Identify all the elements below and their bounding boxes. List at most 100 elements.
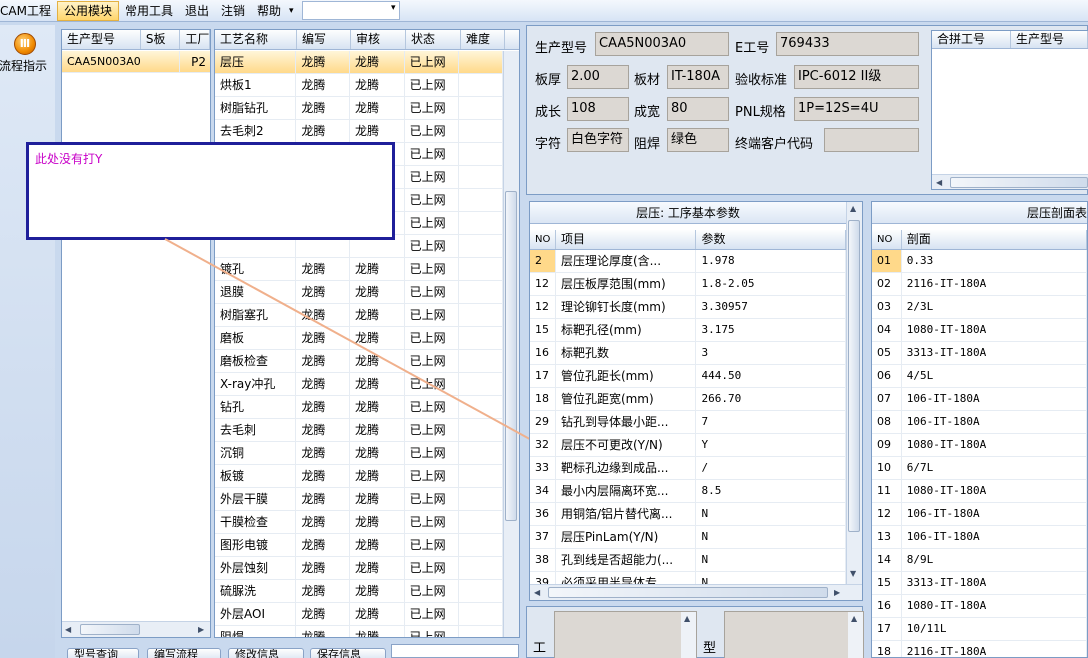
length-field[interactable]: 108: [567, 97, 629, 121]
table-row[interactable]: 01 0.33: [872, 250, 1087, 273]
save-info-button[interactable]: 保存信息: [310, 648, 386, 658]
param-item-cell: 标靶孔数: [556, 342, 697, 364]
table-row[interactable]: 06 4/5L: [872, 365, 1087, 388]
standard-field[interactable]: IPC-6012 II级: [794, 65, 919, 89]
table-row[interactable]: 33 靶标孔边缘到成品... /: [530, 457, 846, 480]
scroll-thumb[interactable]: [848, 220, 860, 532]
standard-label: 验收标准: [735, 73, 788, 88]
table-row[interactable]: 15 标靶孔径(mm) 3.175: [530, 319, 846, 342]
param-hscroll[interactable]: ◀ ▶: [530, 584, 862, 600]
param-item-cell: 层压理论厚度(含...: [556, 250, 697, 272]
pnl-label: PNL规格: [735, 105, 786, 120]
xing-vscroll[interactable]: ▲: [848, 612, 863, 658]
gong-textarea[interactable]: [554, 611, 697, 658]
section-no-cell: 06: [872, 365, 902, 387]
product-model-field[interactable]: CAA5N003A0: [595, 32, 729, 56]
param-item-cell: 管位孔距宽(mm): [556, 388, 697, 410]
gong-vscroll[interactable]: ▲: [681, 612, 696, 658]
table-row[interactable]: 15 3313-IT-180A: [872, 572, 1087, 595]
table-row[interactable]: 17 10/11L: [872, 618, 1087, 641]
scroll-left-icon[interactable]: ◀: [534, 588, 540, 597]
mask-label: 阻焊: [634, 137, 661, 152]
table-row[interactable]: 11 1080-IT-180A: [872, 480, 1087, 503]
section-no-cell: 01: [872, 250, 902, 272]
scroll-up-icon[interactable]: ▲: [851, 614, 857, 623]
bottom-input[interactable]: [391, 644, 519, 658]
write-process-button[interactable]: 编写流程: [147, 648, 221, 658]
scroll-right-icon[interactable]: ▶: [834, 588, 840, 597]
table-row[interactable]: 16 标靶孔数 3: [530, 342, 846, 365]
section-value-cell: 3313-IT-180A: [902, 572, 1087, 594]
table-row[interactable]: 34 最小内层隔离环宽... 8.5: [530, 480, 846, 503]
col-header-item[interactable]: 项目: [556, 230, 697, 249]
section-no-cell: 09: [872, 434, 902, 456]
table-row[interactable]: 36 用铜箔/铝片替代离... N: [530, 503, 846, 526]
section-no-cell: 14: [872, 549, 902, 571]
table-row[interactable]: 08 106-IT-180A: [872, 411, 1087, 434]
param-item-cell: 管位孔距长(mm): [556, 365, 697, 387]
table-row[interactable]: 14 8/9L: [872, 549, 1087, 572]
thickness-label: 板厚: [535, 73, 562, 88]
section-value-cell: 3313-IT-180A: [902, 342, 1087, 364]
col-header-no[interactable]: NO: [872, 230, 902, 249]
param-vscroll[interactable]: ▲ ▼: [846, 202, 862, 584]
param-grid-header: NO 项目 参数: [530, 230, 846, 250]
table-row[interactable]: 02 2116-IT-180A: [872, 273, 1087, 296]
param-value-cell: /: [696, 457, 846, 479]
section-no-cell: 12: [872, 503, 902, 525]
col-header-no[interactable]: NO: [530, 230, 556, 249]
customer-field[interactable]: [824, 128, 919, 152]
table-row[interactable]: 12 理论铆钉长度(mm) 3.30957: [530, 296, 846, 319]
table-row[interactable]: 09 1080-IT-180A: [872, 434, 1087, 457]
param-no-cell: 2: [530, 250, 556, 272]
section-value-cell: 2116-IT-180A: [902, 641, 1087, 657]
section-value-cell: 1080-IT-180A: [902, 319, 1087, 341]
mask-field[interactable]: 绿色: [667, 128, 729, 152]
param-no-cell: 15: [530, 319, 556, 341]
scroll-up-icon[interactable]: ▲: [850, 204, 856, 213]
material-field[interactable]: IT-180A: [667, 65, 729, 89]
char-field[interactable]: 白色字符: [567, 128, 629, 152]
scroll-thumb[interactable]: [548, 587, 828, 598]
param-value-cell: 266.70: [696, 388, 846, 410]
table-row[interactable]: 17 管位孔距长(mm) 444.50: [530, 365, 846, 388]
pnl-field[interactable]: 1P=12S=4U: [794, 97, 919, 121]
table-row[interactable]: 05 3313-IT-180A: [872, 342, 1087, 365]
thickness-field[interactable]: 2.00: [567, 65, 629, 89]
table-row[interactable]: 12 层压板厚范围(mm) 1.8-2.05: [530, 273, 846, 296]
section-value-cell: 2116-IT-180A: [902, 273, 1087, 295]
e-job-field[interactable]: 769433: [776, 32, 919, 56]
table-row[interactable]: 16 1080-IT-180A: [872, 595, 1087, 618]
col-header-merge-job[interactable]: 合拼工号: [932, 31, 1011, 48]
width-label: 成宽: [634, 105, 661, 120]
xing-textarea[interactable]: [724, 611, 864, 658]
param-no-cell: 33: [530, 457, 556, 479]
table-row[interactable]: 32 层压不可更改(Y/N) Y: [530, 434, 846, 457]
table-row[interactable]: 12 106-IT-180A: [872, 503, 1087, 526]
table-row[interactable]: 2 层压理论厚度(含... 1.978: [530, 250, 846, 273]
table-row[interactable]: 29 钻孔到导体最小距... 7: [530, 411, 846, 434]
scroll-left-icon[interactable]: ◀: [936, 178, 942, 187]
table-row[interactable]: 10 6/7L: [872, 457, 1087, 480]
modify-info-button[interactable]: 修改信息: [228, 648, 304, 658]
col-header-merge-model[interactable]: 生产型号: [1011, 31, 1088, 48]
char-label: 字符: [535, 137, 562, 152]
table-row[interactable]: 03 2/3L: [872, 296, 1087, 319]
col-header-section[interactable]: 剖面: [902, 230, 1087, 249]
table-row[interactable]: 18 2116-IT-180A: [872, 641, 1087, 657]
table-row[interactable]: 37 层压PinLam(Y/N) N: [530, 526, 846, 549]
scroll-down-icon[interactable]: ▼: [850, 569, 856, 578]
table-row[interactable]: 38 孔到线是否超能力(... N: [530, 549, 846, 572]
table-row[interactable]: 07 106-IT-180A: [872, 388, 1087, 411]
scroll-up-icon[interactable]: ▲: [684, 614, 690, 623]
table-row[interactable]: 18 管位孔距宽(mm) 266.70: [530, 388, 846, 411]
section-value-cell: 6/7L: [902, 457, 1087, 479]
scroll-thumb[interactable]: [950, 177, 1088, 188]
query-model-button[interactable]: 型号查询: [67, 648, 139, 658]
merge-grid-hscroll[interactable]: ◀: [932, 174, 1088, 189]
table-row[interactable]: 04 1080-IT-180A: [872, 319, 1087, 342]
width-field[interactable]: 80: [667, 97, 729, 121]
table-row[interactable]: 13 106-IT-180A: [872, 526, 1087, 549]
col-header-param[interactable]: 参数: [696, 230, 846, 249]
length-label: 成长: [535, 105, 562, 120]
